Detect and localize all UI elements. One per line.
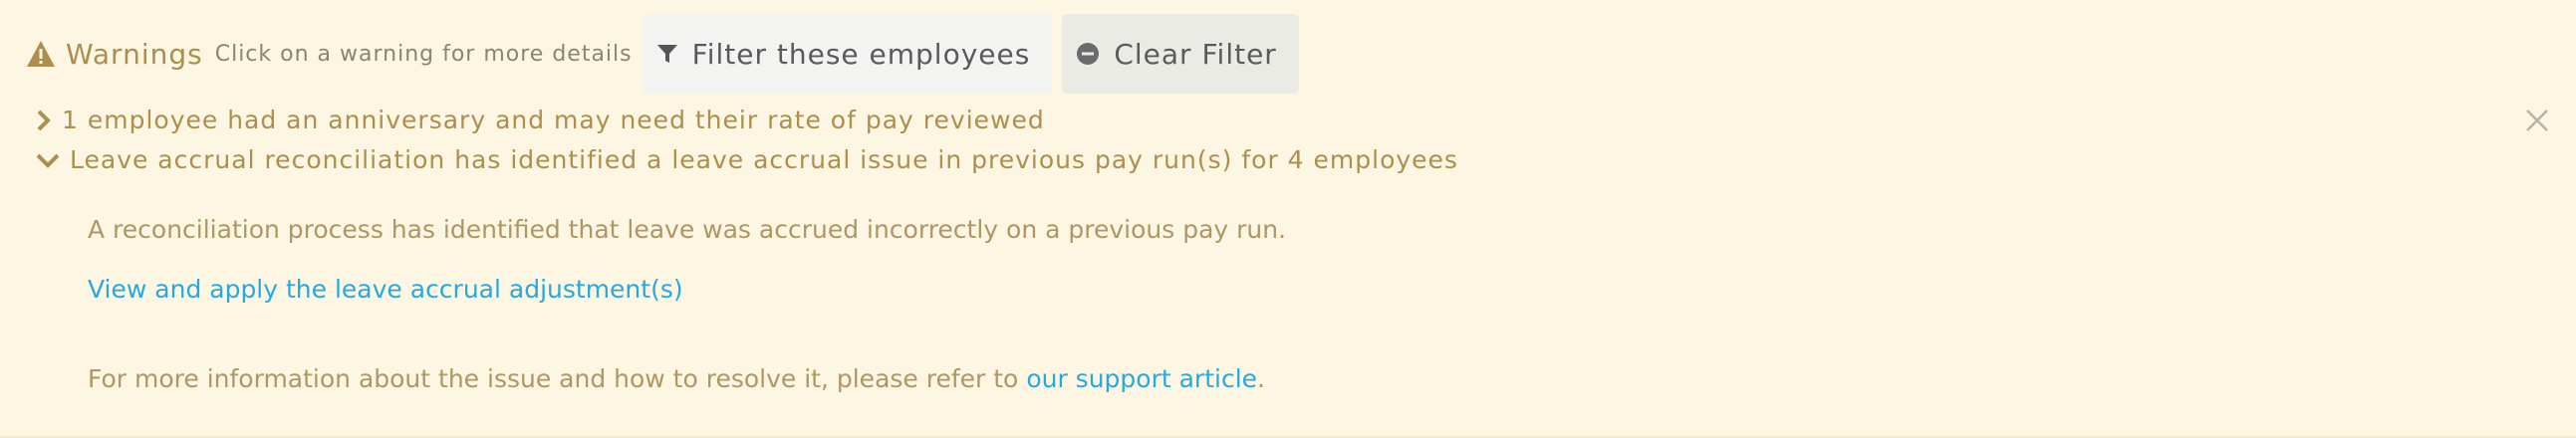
funnel-icon xyxy=(656,45,677,63)
filter-employees-label: Filter these employees xyxy=(691,37,1031,71)
warning-triangle-icon xyxy=(27,41,55,67)
clear-filter-button[interactable]: Clear Filter xyxy=(1062,14,1299,94)
warnings-header: Warnings Click on a warning for more det… xyxy=(26,14,1299,94)
warnings-hint: Click on a warning for more details xyxy=(214,41,633,67)
clear-filter-label: Clear Filter xyxy=(1114,37,1277,71)
warning-item-leave-accrual[interactable]: Leave accrual reconciliation has identif… xyxy=(36,145,1458,174)
filter-employees-button[interactable]: Filter these employees xyxy=(642,14,1053,94)
close-icon[interactable] xyxy=(2524,108,2550,133)
apply-leave-adjustment-link[interactable]: View and apply the leave accrual adjustm… xyxy=(88,275,683,304)
leave-accrual-description: A reconciliation process has identified … xyxy=(88,215,1287,244)
warnings-panel: Warnings Click on a warning for more det… xyxy=(0,0,2576,438)
support-article-link[interactable]: our support article xyxy=(1026,364,1257,393)
warning-item-label: Leave accrual reconciliation has identif… xyxy=(70,145,1458,174)
warnings-title: Warnings xyxy=(66,37,203,71)
warning-item-anniversary[interactable]: 1 employee had an anniversary and may ne… xyxy=(36,106,1045,134)
more-info-text: For more information about the issue and… xyxy=(88,364,1265,393)
chevron-right-icon xyxy=(37,110,51,130)
more-info-suffix: . xyxy=(1257,364,1265,393)
warning-item-label: 1 employee had an anniversary and may ne… xyxy=(62,106,1045,134)
chevron-down-icon xyxy=(36,153,60,168)
minus-circle-icon xyxy=(1077,43,1100,65)
more-info-prefix: For more information about the issue and… xyxy=(88,364,1027,393)
